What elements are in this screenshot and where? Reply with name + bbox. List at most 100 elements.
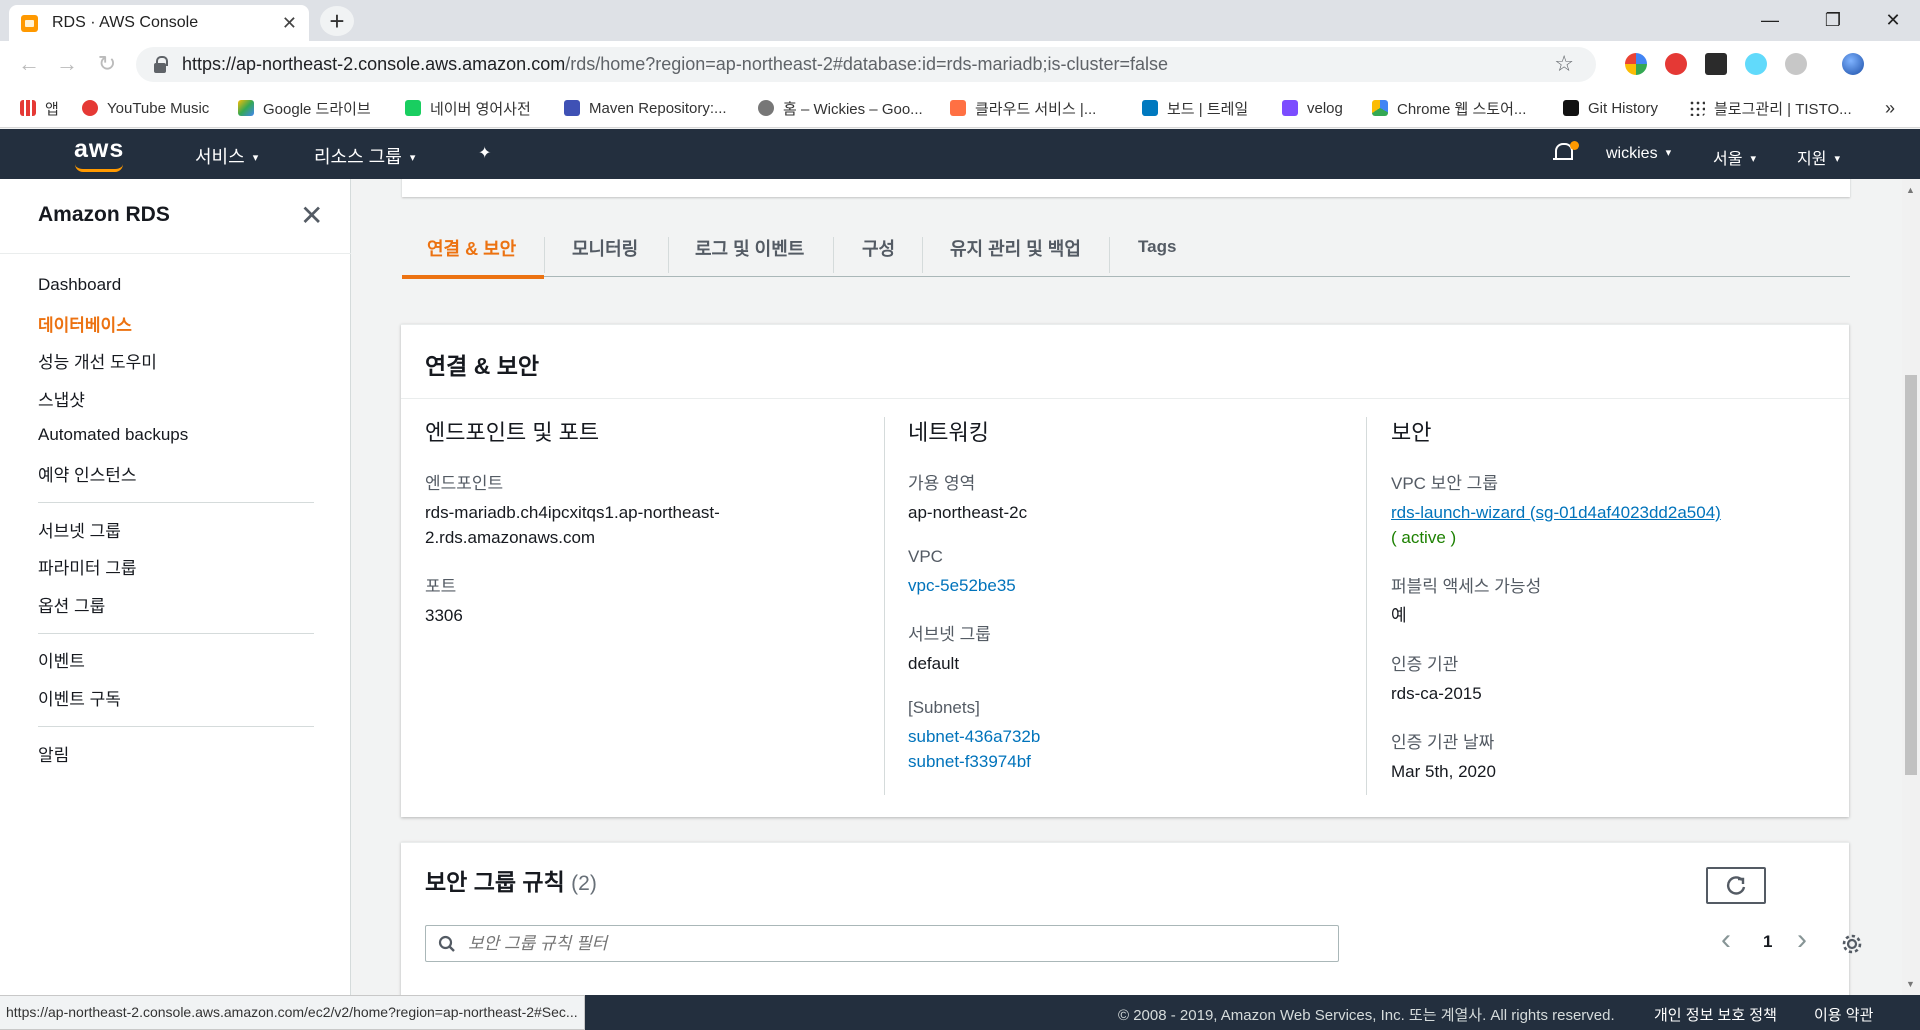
reload-icon[interactable]: ↻ — [92, 51, 122, 77]
privacy-policy-link[interactable]: 개인 정보 보호 정책 — [1654, 1004, 1777, 1025]
bookmark-trello[interactable]: 보드 | 트레일 — [1142, 88, 1248, 128]
bookmark-velog[interactable]: velog — [1282, 88, 1343, 128]
sidebar-item-notifications[interactable]: 알림 — [38, 741, 69, 766]
bookmark-cloud-service[interactable]: 클라우드 서비스 |... — [950, 88, 1096, 128]
current-page[interactable]: 1 — [1763, 932, 1772, 952]
scrollbar-thumb[interactable] — [1905, 375, 1917, 775]
bookmark-tistory[interactable]: 블로그관리 | TISTO... — [1689, 88, 1852, 128]
minimize-icon[interactable]: — — [1740, 4, 1800, 36]
sidebar-item-event-subscriptions[interactable]: 이벤트 구독 — [38, 685, 121, 710]
chevron-down-icon: ▾ — [1665, 147, 1672, 159]
scroll-up-icon[interactable]: ▲ — [1906, 185, 1915, 195]
maven-icon — [564, 100, 580, 116]
bookmarks-bar: 앱 YouTube Music Google 드라이브 네이버 영어사전 Mav… — [0, 88, 1920, 128]
security-group-link[interactable]: rds-launch-wizard (sg-01d4af4023dd2a504) — [1391, 500, 1821, 525]
public-access-value: 예 — [1391, 606, 1407, 625]
sidebar-item-snapshots[interactable]: 스냅샷 — [38, 386, 85, 411]
bookmark-wickies[interactable]: 홈 – Wickies – Goo... — [758, 88, 923, 128]
resource-groups-label: 리소스 그룹 — [314, 147, 402, 167]
forward-icon[interactable]: → — [52, 51, 82, 77]
aws-smile-icon — [75, 164, 123, 172]
card-divider — [401, 398, 1849, 399]
certificate-date-value: Mar 5th, 2020 — [1391, 762, 1496, 781]
prev-page-icon[interactable]: ‹ — [1721, 923, 1731, 957]
endpoint-value-line: 2.rds.amazonaws.com — [425, 528, 596, 547]
bookmark-star-icon[interactable]: ☆ — [1554, 51, 1574, 77]
endpoint-value: rds-mariadb.ch4ipcxitqs1.ap-northeast- 2.… — [425, 500, 845, 550]
bookmark-google-drive[interactable]: Google 드라이브 — [238, 88, 371, 128]
sg-rules-filter[interactable] — [425, 925, 1339, 962]
maximize-icon[interactable]: ❐ — [1803, 4, 1863, 36]
sidebar-item-option-groups[interactable]: 옵션 그룹 — [38, 592, 105, 617]
subnet-link[interactable]: subnet-f33974bf — [908, 749, 1328, 774]
refresh-button[interactable] — [1706, 867, 1766, 904]
region-label: 서울 — [1713, 151, 1743, 168]
browser-tab[interactable]: RDS · AWS Console ✕ — [9, 5, 309, 41]
certificate-date-label: 인증 기관 날짜 — [1391, 733, 1495, 752]
card-title: 보안 그룹 규칙 (2) — [425, 863, 597, 897]
sidebar-divider — [38, 726, 314, 727]
bookmark-maven[interactable]: Maven Repository:... — [564, 88, 727, 128]
bookmark-naver-dict[interactable]: 네이버 영어사전 — [405, 88, 531, 128]
subnet-link[interactable]: subnet-436a732b — [908, 724, 1328, 749]
sidebar-item-dashboard[interactable]: Dashboard — [38, 275, 121, 295]
sidebar-item-automated-backups[interactable]: Automated backups — [38, 425, 188, 445]
back-icon[interactable]: ← — [14, 51, 44, 77]
services-menu[interactable]: 서비스 ▾ — [195, 143, 258, 169]
copyright-text: © 2008 - 2019, Amazon Web Services, Inc.… — [1118, 1007, 1615, 1024]
sidebar-item-databases[interactable]: 데이터베이스 — [38, 311, 132, 336]
tab-separator — [922, 237, 923, 273]
sidebar-close-icon[interactable]: ✕ — [300, 199, 323, 232]
tab-maintenance-backups[interactable]: 유지 관리 및 백업 — [950, 227, 1081, 277]
tab-tags[interactable]: Tags — [1138, 227, 1176, 277]
velog-icon — [1282, 100, 1298, 116]
connectivity-security-card: 연결 & 보안 엔드포인트 및 포트 엔드포인트 rds-mariadb.ch4… — [401, 324, 1849, 817]
extension-adblock-icon[interactable] — [1665, 53, 1687, 75]
sidebar-item-subnet-groups[interactable]: 서브넷 그룹 — [38, 517, 121, 542]
chevron-down-icon: ▾ — [252, 152, 259, 164]
resource-groups-menu[interactable]: 리소스 그룹 ▾ — [314, 143, 415, 169]
sidebar-item-events[interactable]: 이벤트 — [38, 647, 85, 672]
window-close-icon[interactable]: ✕ — [1863, 4, 1920, 36]
scroll-down-icon[interactable]: ▼ — [1906, 979, 1915, 989]
rds-sidebar: Amazon RDS ✕ Dashboard 데이터베이스 성능 개선 도우미 … — [0, 179, 351, 995]
terms-link[interactable]: 이용 약관 — [1814, 1004, 1873, 1025]
profile-avatar[interactable] — [1842, 53, 1864, 75]
sidebar-item-performance-insights[interactable]: 성능 개선 도우미 — [38, 348, 157, 373]
vpc-link[interactable]: vpc-5e52be35 — [908, 573, 1328, 598]
support-menu[interactable]: 지원 ▾ — [1797, 145, 1840, 169]
tab-logs-events[interactable]: 로그 및 이벤트 — [695, 227, 804, 277]
notification-bell-icon[interactable] — [1553, 141, 1579, 163]
settings-gear-icon[interactable] — [1841, 933, 1863, 955]
new-tab-button[interactable]: + — [320, 6, 354, 36]
extension-gray-icon[interactable] — [1785, 53, 1807, 75]
extension-dark-icon[interactable] — [1705, 53, 1727, 75]
account-menu[interactable]: wickies ▾ — [1606, 145, 1671, 163]
security-group-rules-card: 보안 그룹 규칙 (2) ‹ 1 › — [401, 842, 1862, 995]
aws-logo[interactable]: aws — [74, 135, 124, 164]
naver-dict-icon — [405, 100, 421, 116]
bookmark-youtube-music[interactable]: YouTube Music — [82, 88, 209, 128]
bookmark-apps[interactable]: 앱 — [20, 88, 59, 128]
browser-status-url: https://ap-northeast-2.console.aws.amazo… — [0, 995, 585, 1030]
bookmark-chrome-store[interactable]: Chrome 웹 스토어... — [1372, 88, 1526, 128]
sg-rules-filter-input[interactable] — [468, 933, 1318, 954]
next-page-icon[interactable]: › — [1797, 923, 1807, 957]
tab-connectivity-security[interactable]: 연결 & 보안 — [402, 227, 544, 279]
bookmark-label: 클라우드 서비스 |... — [975, 100, 1097, 118]
bookmark-git-history[interactable]: Git History — [1563, 88, 1658, 128]
extension-react-icon[interactable] — [1745, 53, 1767, 75]
vertical-scrollbar[interactable]: ▲ ▼ — [1902, 179, 1920, 995]
sidebar-item-parameter-groups[interactable]: 파라미터 그룹 — [38, 554, 137, 579]
sidebar-item-reserved-instances[interactable]: 예약 인스턴스 — [38, 461, 137, 486]
tab-monitoring[interactable]: 모니터링 — [572, 227, 638, 277]
url-bar[interactable]: https://ap-northeast-2.console.aws.amazo… — [136, 47, 1596, 82]
tab-close-icon[interactable]: ✕ — [282, 13, 297, 34]
tab-configuration[interactable]: 구성 — [862, 227, 895, 277]
pin-icon[interactable]: ✦ — [478, 143, 491, 163]
extension-chrome-icon[interactable] — [1625, 53, 1647, 75]
sidebar-divider — [0, 253, 351, 254]
youtube-music-icon — [82, 100, 98, 116]
bookmarks-overflow-icon[interactable]: » — [1885, 88, 1895, 128]
region-menu[interactable]: 서울 ▾ — [1713, 145, 1756, 169]
